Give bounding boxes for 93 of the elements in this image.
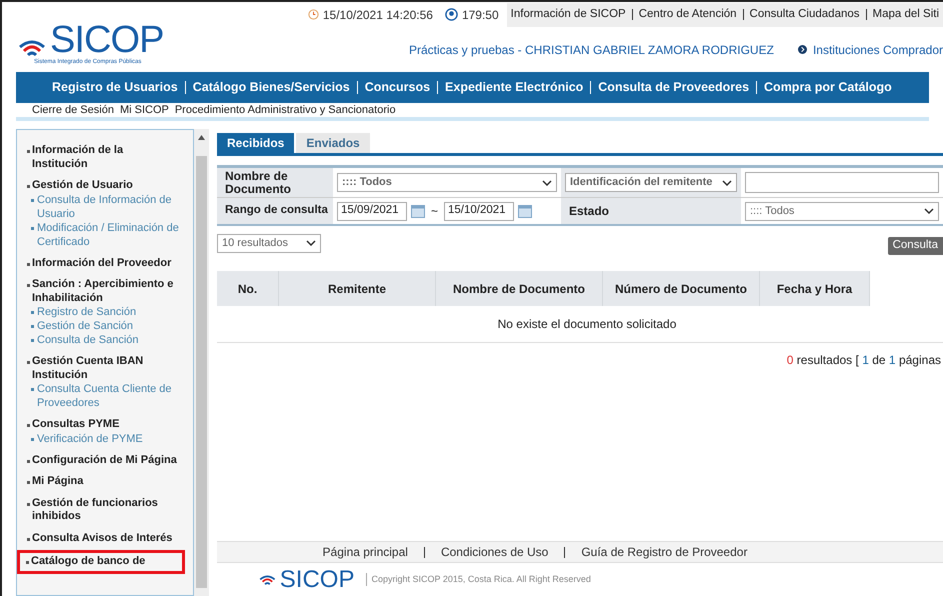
sidebar-subitem[interactable]: Registro de Sanción [21,305,181,319]
sidebar-item[interactable]: Información de la Institución [21,144,181,171]
sidebar-subitem[interactable]: Verificación de PYME [21,432,181,446]
sidebar-item[interactable]: Gestión Cuenta IBAN Institución [21,355,181,382]
nav-link[interactable]: Consulta de Proveedores [598,78,750,97]
sidebar-item[interactable]: Mi Página [21,475,181,488]
sidebar-subitem[interactable]: Modificación / Eliminación de Certificado [21,220,181,248]
sidebar-item[interactable]: Configuración de Mi Página [21,454,181,467]
chevron-down-icon [306,240,316,246]
field-label: Nombre de Documento [225,170,292,196]
range-separator: ~ [431,203,438,220]
calendar-icon[interactable] [411,204,425,218]
user-icon [444,8,458,22]
sidebar-item[interactable]: Información del Proveedor [21,256,181,270]
sidebar-item[interactable]: Gestión de Usuario [21,179,181,192]
column-header: No. [217,271,279,306]
scroll-thumb[interactable] [196,156,207,588]
wifi-logo-icon [18,38,46,58]
top-link[interactable]: Centro de Atención [638,6,737,24]
sub-nav-link[interactable]: Mi SICOP [120,102,169,118]
institutions-link[interactable]: Instituciones Comprador [798,40,943,59]
column-header: Remitente [279,271,436,306]
sub-nav-link[interactable]: Cierre de Sesión [32,102,114,118]
nav-link[interactable]: Concursos [364,78,430,97]
bullet-icon [31,226,34,230]
arrow-circle-icon [798,45,807,54]
nav-link[interactable]: Expediente Electrónico [445,78,584,97]
copyright: Copyright SICOP 2015, Costa Rica. All Right Reserved [366,572,591,586]
sidebar-subitem[interactable]: Consulta Cuenta Cliente de Proveedores [21,382,181,410]
sidebar-item[interactable]: Catálogo de banco de [20,553,182,570]
bullet-icon [27,502,30,506]
column-header: Fecha y Hora [760,271,870,306]
sidebar-item[interactable]: Consultas PYME [21,418,181,432]
bullet-icon [27,460,30,462]
sidebar-item[interactable]: Consulta Avisos de Interés [21,532,181,545]
bullet-icon [31,438,34,440]
bullet-icon [31,198,34,202]
bullet-icon [31,311,34,314]
clock-icon [308,9,319,20]
status-select[interactable]: :::: Todos [745,202,939,220]
bullet-icon [27,538,30,540]
sidebar-subitem[interactable]: Consulta de Información de Usuario [21,192,181,220]
logo-text: SICOP [50,22,164,58]
footer-link[interactable]: Guía de Registro de Proveedor [581,543,748,561]
datetime: 15/10/2021 14:20:56 [322,6,433,24]
nav-link[interactable]: Catálogo Bienes/Servicios [192,78,350,97]
column-header: Nombre de Documento [436,271,603,306]
tab[interactable]: Recibidos [217,133,294,153]
top-link[interactable]: Consulta Ciudadanos [750,6,860,24]
nav-link[interactable]: Compra por Catálogo [764,78,892,97]
bullet-icon [27,361,30,364]
sidebar-item[interactable]: Gestión de funcionarios inhibidos [21,496,181,524]
empty-message: No existe el documento solicitado [498,316,676,333]
top-link[interactable]: Mapa del Siti [872,6,939,24]
bullet-icon [27,284,30,287]
tab[interactable]: Enviados [296,133,370,153]
footer-link[interactable]: Condiciones de Uso [440,543,548,561]
sender-id-field[interactable] [745,172,939,193]
bullet-icon [31,325,34,328]
date-to-field[interactable]: 15/10/2021 [444,202,514,220]
bullet-icon [27,481,30,484]
calendar-icon[interactable] [518,204,532,218]
page-size-select[interactable]: 10 resultados [217,234,321,252]
sidebar-item[interactable]: Sanción : Apercibimiento e Inhabilitación [21,278,181,305]
sub-nav-link[interactable]: Procedimiento Administrativo y Sancionatorio [174,102,396,118]
wifi-logo-icon [259,574,276,586]
sender-id-select[interactable]: Identificación del remitente [565,173,737,192]
pagination-info: 0 resultados [ 1 de 1 páginas [786,352,941,369]
user-name: Prácticas y pruebas - CHRISTIAN GABRIEL ZAMORA RODRIGUEZ [408,42,774,59]
bullet-icon [26,561,29,564]
top-link[interactable]: Información de SICOP [510,6,626,24]
session-timer: 179:50 [462,6,499,24]
bullet-icon [27,262,30,266]
footer-link[interactable]: Página principal [322,543,408,561]
document-name-select[interactable]: :::: Todos [337,173,557,192]
chevron-down-icon [722,180,732,186]
scroll-up-icon[interactable] [198,135,205,140]
bullet-icon [27,150,30,153]
nav-link[interactable]: Registro de Usuarios [52,78,178,97]
chevron-down-icon [924,208,934,214]
field-label: Estado [569,203,610,220]
sidebar-subitem[interactable]: Consulta de Sanción [21,333,181,347]
search-button[interactable]: Consulta [888,237,943,255]
bullet-icon [31,339,34,342]
sidebar-subitem[interactable]: Gestión de Sanción [21,319,181,333]
footer-logo-text: SICOP [280,568,354,592]
field-label: Rango de consulta [225,203,328,218]
column-header: Número de Documento [603,271,760,306]
bullet-icon [31,388,34,391]
bullet-icon [27,424,30,427]
bullet-icon [27,185,30,188]
date-from-field[interactable]: 15/09/2021 [337,202,407,220]
chevron-down-icon [542,180,552,186]
